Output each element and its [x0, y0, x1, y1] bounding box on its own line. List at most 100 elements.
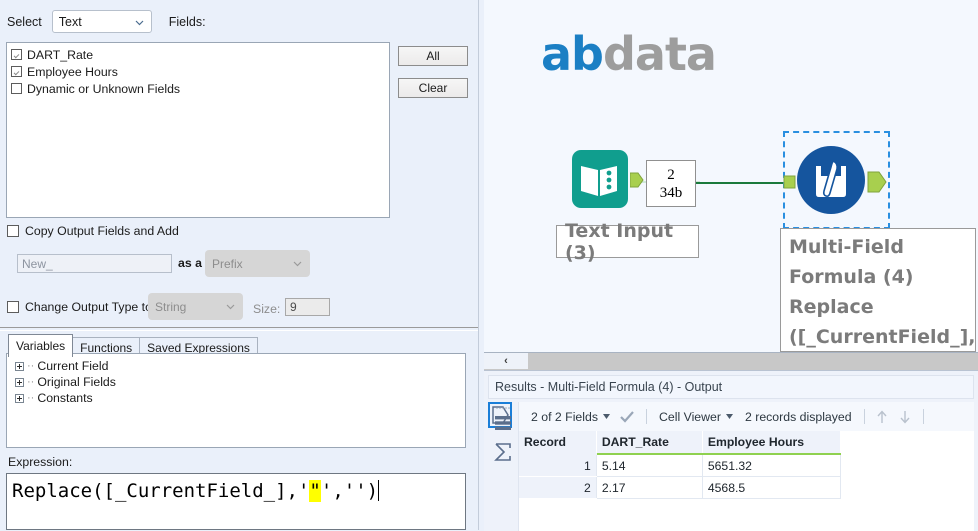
arrow-up-icon[interactable] — [876, 409, 888, 424]
cell-dart-rate[interactable]: 2.17 — [596, 476, 703, 499]
expression-before: Replace([_CurrentField_],' — [12, 480, 310, 502]
results-table: Record DART_Rate Employee Hours 1 5.14 5… — [519, 431, 842, 499]
tree-dash: ·· — [27, 376, 35, 388]
multifield-output-connector-icon[interactable] — [867, 168, 887, 196]
select-row: Select Text Fields: — [7, 10, 206, 33]
checkbox-copy-output-fields[interactable] — [7, 225, 19, 237]
select-all-button[interactable]: All — [398, 46, 468, 66]
node-label-text-input: Text Input (3) — [556, 220, 699, 264]
workflow-canvas[interactable]: abdata 2 34b Text Input (3) Multi-Field … — [484, 0, 978, 352]
scroll-left-button[interactable]: ‹ — [484, 353, 528, 369]
check-icon[interactable] — [620, 410, 634, 423]
variables-tree[interactable]: ·· Current Field ·· Original Fields ·· C… — [6, 353, 466, 448]
results-title: Results - Multi-Field Formula (4) - Outp… — [488, 375, 974, 399]
field-list-item[interactable]: DART_Rate — [11, 47, 389, 62]
grip-dots-icon — [496, 407, 510, 409]
column-header-record[interactable]: Record — [519, 431, 597, 455]
toolbar-separator — [922, 409, 924, 424]
checkbox-dynamic-unknown-fields[interactable] — [11, 83, 22, 94]
fields-selector[interactable]: 2 of 2 Fields — [531, 410, 610, 424]
expand-plus-icon[interactable] — [15, 393, 24, 403]
viewer-selector-label: Cell Viewer — [659, 409, 721, 424]
annotation-bytes: 34b — [659, 184, 683, 201]
record-count-annotation: 2 34b — [646, 160, 696, 207]
alteryx-window: Select Text Fields: DART_Rate Employee H… — [0, 0, 978, 531]
clear-button[interactable]: Clear — [398, 78, 468, 98]
tree-node-label: Original Fields — [37, 375, 116, 389]
mf-label-line1: Multi-Field — [789, 236, 904, 258]
text-input-output-connector-icon[interactable] — [630, 170, 644, 190]
tree-dash: ·· — [27, 360, 35, 372]
logo-data-text: data — [602, 27, 717, 81]
column-header-employee-hours[interactable]: Employee Hours — [702, 431, 842, 455]
node-label-multifield-formula: Multi-Field Formula (4) Replace ([_Curre… — [780, 228, 976, 352]
panel-divider — [0, 327, 478, 331]
chevron-down-icon — [725, 414, 733, 419]
tree-node-current-field[interactable]: ·· Current Field — [15, 358, 465, 374]
field-label: Dynamic or Unknown Fields — [27, 81, 181, 96]
tree-node-constants[interactable]: ·· Constants — [15, 390, 465, 406]
tree-node-label: Current Field — [37, 359, 109, 373]
select-type-dropdown[interactable]: Text — [51, 10, 152, 33]
multifield-formula-icon — [797, 146, 865, 214]
text-input-icon — [572, 150, 628, 208]
cell-employee-hours[interactable]: 4568.5 — [702, 476, 842, 499]
expand-plus-icon[interactable] — [15, 377, 24, 387]
new-field-placeholder-text: New_ — [22, 256, 53, 271]
cell-employee-hours[interactable]: 5651.32 — [702, 454, 842, 477]
connection-wire[interactable] — [696, 179, 793, 187]
size-label: Size: — [253, 302, 281, 316]
toolbar-separator — [646, 409, 647, 424]
canvas-horizontal-scrollbar[interactable]: ‹ — [484, 352, 978, 370]
size-value: 9 — [290, 300, 297, 314]
field-label: Employee Hours — [27, 64, 118, 79]
chevron-down-icon — [226, 302, 235, 311]
expression-editor[interactable]: Replace([_CurrentField_],'"','') — [6, 473, 466, 530]
checkbox-employee-hours[interactable] — [11, 66, 22, 77]
as-a-label: as a — [178, 256, 202, 270]
mf-label-line3: Replace — [789, 296, 874, 318]
field-list[interactable]: DART_Rate Employee Hours Dynamic or Unkn… — [6, 42, 390, 218]
output-type-value: String — [155, 299, 187, 314]
field-list-item[interactable]: Employee Hours — [11, 64, 389, 79]
expand-plus-icon[interactable] — [15, 361, 24, 371]
checkbox-dart-rate[interactable] — [11, 49, 22, 60]
configuration-panel: Select Text Fields: DART_Rate Employee H… — [0, 0, 478, 530]
tab-variables[interactable]: Variables — [8, 334, 74, 357]
chevron-down-icon — [135, 18, 144, 27]
change-output-type-label: Change Output Type to — [25, 300, 152, 314]
tree-node-original-fields[interactable]: ·· Original Fields — [15, 374, 465, 390]
results-vertical-toolbar — [488, 402, 519, 531]
sigma-summary-icon[interactable] — [493, 442, 513, 462]
abdata-logo: abdata — [541, 27, 717, 81]
checkbox-change-output-type[interactable] — [7, 301, 19, 313]
multifield-input-connector-icon[interactable] — [783, 172, 797, 192]
copy-output-fields-row[interactable]: Copy Output Fields and Add — [7, 224, 179, 238]
chevron-down-icon — [293, 259, 302, 268]
column-header-dart-rate[interactable]: DART_Rate — [596, 431, 703, 455]
results-grid[interactable]: Record DART_Rate Employee Hours 1 5.14 5… — [519, 431, 974, 531]
toolbar-separator — [863, 409, 865, 424]
chevron-down-icon — [603, 414, 610, 419]
fields-label: Fields: — [168, 14, 206, 29]
field-list-item[interactable]: Dynamic or Unknown Fields — [11, 81, 389, 96]
arrow-down-icon[interactable] — [899, 410, 911, 424]
right-pane: abdata 2 34b Text Input (3) Multi-Field … — [484, 0, 978, 531]
beaker-icon — [816, 159, 846, 197]
viewer-selector[interactable]: Cell Viewer — [659, 410, 733, 424]
table-row[interactable]: 2 2.17 4568.5 — [519, 476, 842, 499]
copy-output-fields-label: Copy Output Fields and Add — [25, 224, 179, 238]
text-caret — [378, 480, 380, 501]
cell-record: 1 — [519, 454, 597, 477]
size-input: 9 — [285, 298, 330, 316]
table-rows-icon[interactable] — [493, 413, 513, 433]
tree-dash: ·· — [27, 392, 35, 404]
cell-dart-rate[interactable]: 5.14 — [596, 454, 703, 477]
node-multifield-formula[interactable] — [797, 146, 865, 214]
table-row[interactable]: 1 5.14 5651.32 — [519, 454, 842, 477]
results-panel: Results - Multi-Field Formula (4) - Outp… — [484, 370, 978, 531]
new-field-name-input[interactable]: New_ — [17, 254, 172, 273]
output-type-dropdown: String — [148, 293, 243, 320]
change-output-type-row[interactable]: Change Output Type to — [7, 300, 152, 314]
node-text-input[interactable] — [572, 150, 628, 210]
